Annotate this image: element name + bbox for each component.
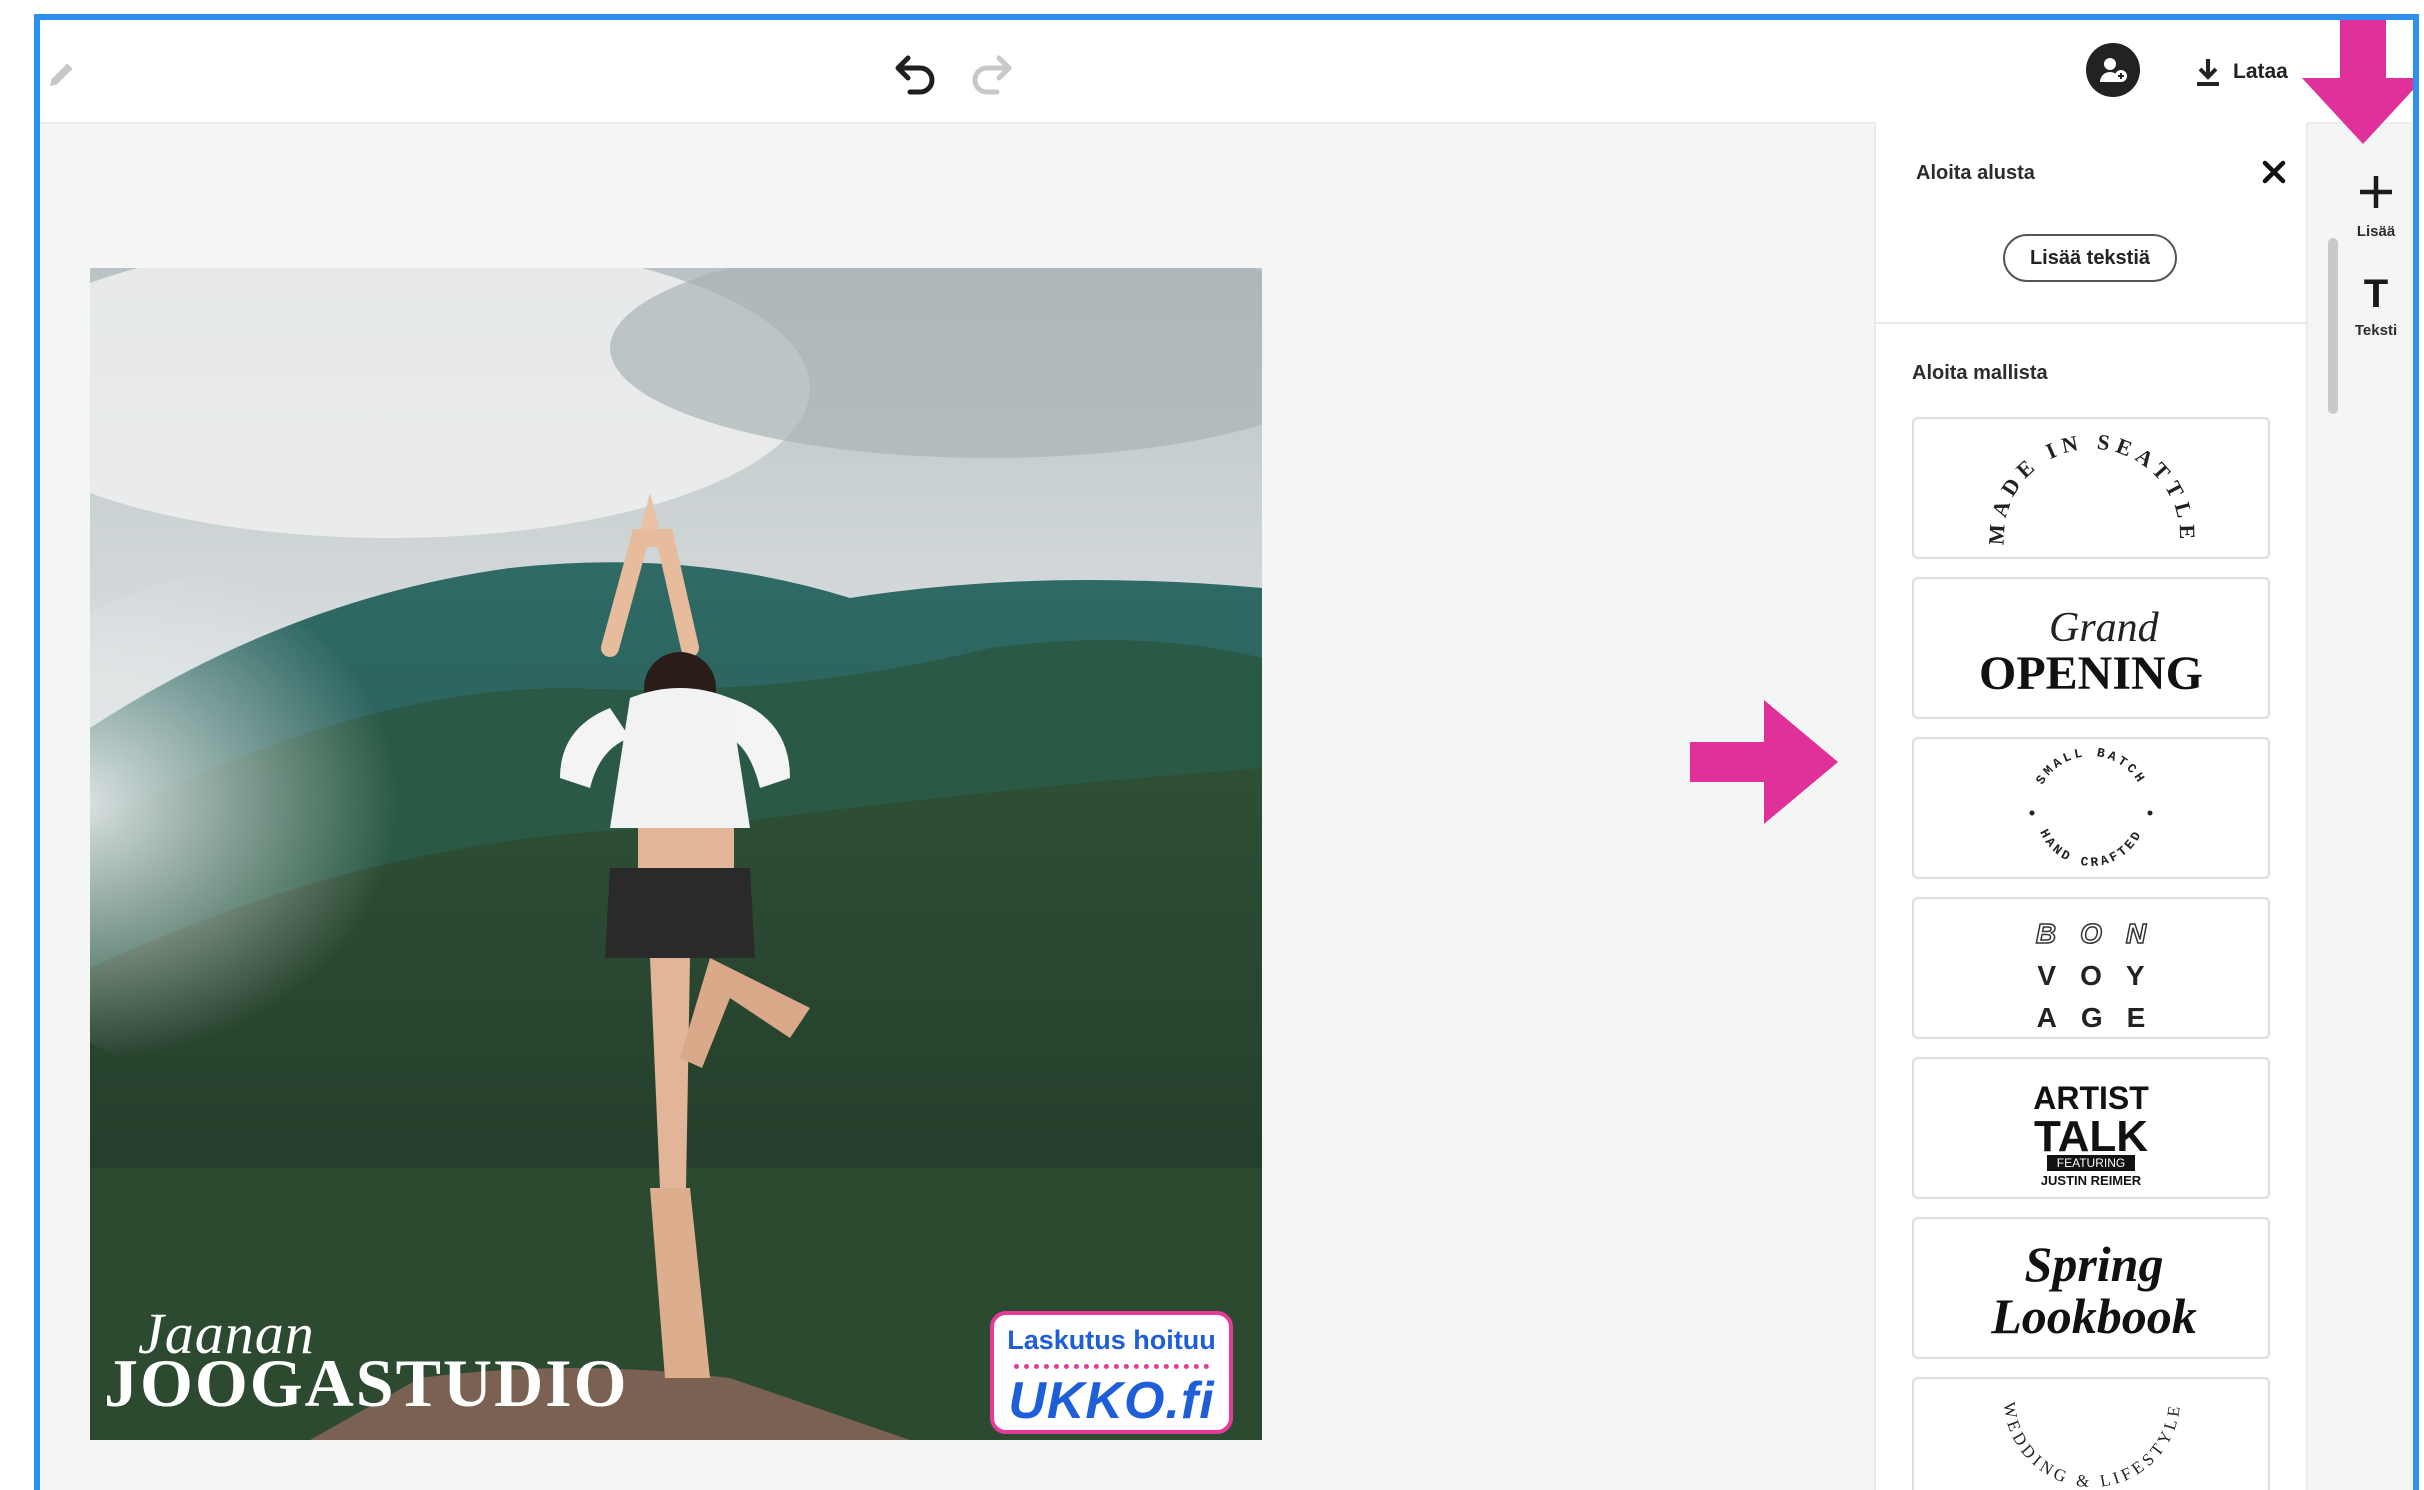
template-bottom-text: HAND CRAFTED bbox=[2036, 827, 2142, 870]
template-spring-lookbook[interactable]: Spring Lookbook bbox=[1912, 1217, 2270, 1359]
rail-add-label: Lisää bbox=[2356, 223, 2396, 240]
close-icon[interactable] bbox=[2260, 158, 2288, 186]
template-wedding-lifestyle[interactable]: WEDDING & LIFESTYLE bbox=[1912, 1377, 2270, 1490]
template-script-text: Grand bbox=[2049, 605, 2160, 651]
ukko-badge: Laskutus hoituu UKKO.fi bbox=[990, 1311, 1233, 1434]
template-band-text: FEATURING bbox=[2057, 1156, 2125, 1170]
templates-section-title: Aloita mallista bbox=[1912, 362, 2048, 384]
template-bon-voyage[interactable]: BON VOY AGE bbox=[1912, 897, 2270, 1039]
panel-divider bbox=[1876, 322, 2306, 324]
design-canvas[interactable]: Jaanan JOOGASTUDIO Laskutus hoituu UKKO.… bbox=[90, 268, 1262, 1440]
pencil-icon[interactable] bbox=[46, 58, 78, 90]
badge-brand: UKKO.fi bbox=[1008, 1372, 1215, 1430]
rail-add-button[interactable]: Lisää bbox=[2336, 172, 2413, 240]
undo-icon[interactable] bbox=[886, 46, 942, 102]
yoga-photo bbox=[90, 268, 1262, 1440]
template-top-text: SMALL BATCH bbox=[2033, 745, 2146, 787]
svg-text:WEDDING & LIFESTYLE: WEDDING & LIFESTYLE bbox=[2000, 1401, 2185, 1490]
template-made-in-seattle[interactable]: MADE IN SEATTLE bbox=[1912, 417, 2270, 559]
annotation-arrow-right bbox=[1690, 700, 1838, 824]
invite-user-button[interactable] bbox=[2086, 43, 2140, 97]
logo-main-text: JOOGASTUDIO bbox=[104, 1345, 629, 1421]
rail-text-label: Teksti bbox=[2354, 322, 2398, 339]
download-button[interactable]: Lataa bbox=[2195, 50, 2288, 94]
template-line-1: BON bbox=[2035, 917, 2171, 950]
template-line-3: AGE bbox=[2036, 1002, 2170, 1033]
template-line-1: ARTIST bbox=[2033, 1080, 2149, 1116]
redo-icon[interactable] bbox=[965, 46, 1021, 102]
template-line-2: Lookbook bbox=[1990, 1288, 2197, 1344]
template-artist-talk[interactable]: ARTIST TALK FEATURING JUSTIN REIMER bbox=[1912, 1057, 2270, 1199]
download-label: Lataa bbox=[2233, 60, 2288, 83]
svg-text:MADE IN SEATTLE: MADE IN SEATTLE bbox=[1983, 429, 2200, 546]
badge-headline: Laskutus hoituu bbox=[1007, 1325, 1216, 1355]
template-small-batch[interactable]: SMALL BATCH HAND CRAFTED bbox=[1912, 737, 2270, 879]
template-line-2: VOY bbox=[2037, 960, 2169, 991]
download-icon bbox=[2197, 59, 2219, 86]
svg-text:HAND CRAFTED: HAND CRAFTED bbox=[2036, 827, 2145, 870]
rail-text-button[interactable]: T Teksti bbox=[2336, 272, 2413, 339]
svg-text:SMALL BATCH: SMALL BATCH bbox=[2033, 745, 2149, 787]
template-grand-opening[interactable]: Grand OPENING bbox=[1912, 577, 2270, 719]
template-text: WEDDING & LIFESTYLE bbox=[2000, 1401, 2181, 1490]
add-user-icon bbox=[2100, 58, 2127, 82]
template-text: MADE IN SEATTLE bbox=[1983, 429, 2194, 546]
text-icon: T bbox=[2363, 272, 2389, 316]
template-list: MADE IN SEATTLE Grand OPENING SMALL BATC… bbox=[1912, 417, 2270, 1490]
plus-icon bbox=[2360, 176, 2392, 208]
annotation-arrow-down bbox=[2302, 20, 2413, 144]
panel-title: Aloita alusta bbox=[1916, 162, 2035, 184]
template-line-1: Spring bbox=[2025, 1236, 2164, 1292]
template-line-2: TALK bbox=[2034, 1112, 2148, 1161]
add-text-button[interactable]: Lisää tekstiä bbox=[2003, 234, 2177, 282]
top-toolbar: Lataa a bbox=[40, 20, 2413, 124]
template-line-3: JUSTIN REIMER bbox=[2041, 1173, 2142, 1188]
template-main-text: OPENING bbox=[1979, 647, 2203, 700]
text-panel: Aloita alusta Lisää tekstiä Aloita malli… bbox=[1874, 122, 2308, 1490]
app-frame: Lataa a bbox=[34, 14, 2419, 1490]
